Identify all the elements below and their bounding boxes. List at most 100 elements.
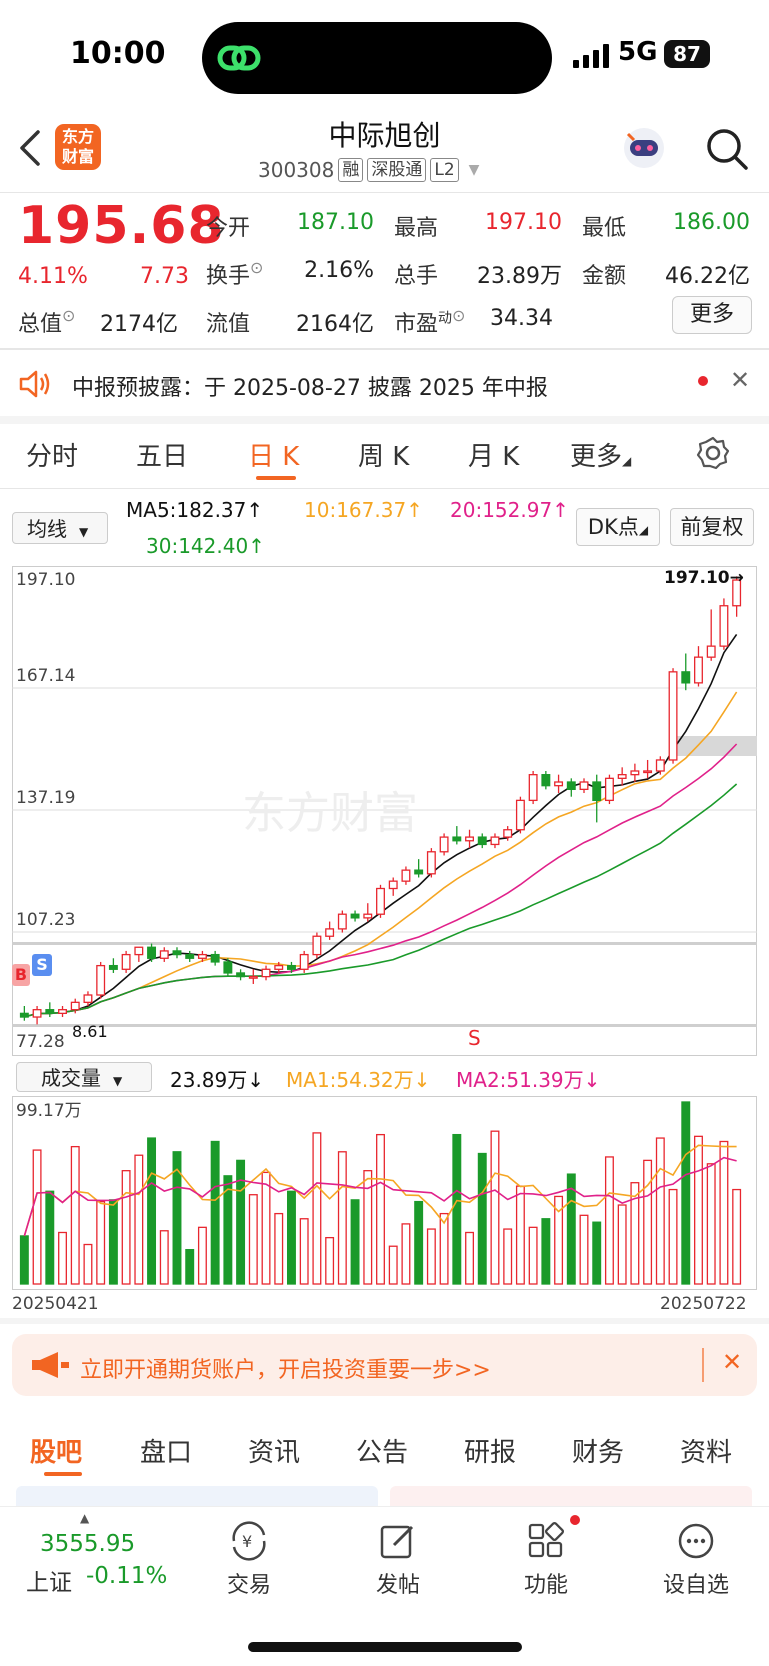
volume-bar[interactable] [376,1133,385,1285]
candle-body[interactable] [592,781,602,802]
candle-body[interactable] [32,1009,42,1018]
tab-profile[interactable]: 资料 [680,1432,732,1469]
volume-bar[interactable] [694,1135,703,1285]
volume-bar[interactable] [32,1149,42,1285]
candle-body[interactable] [299,953,309,970]
tab-financials[interactable]: 财务 [572,1432,624,1469]
tab-five-day[interactable]: 五日 [136,436,188,473]
index-change[interactable]: -0.11% [86,1563,167,1589]
volume-bar[interactable] [108,1199,118,1285]
volume-bar[interactable] [248,1194,258,1285]
volume-bar[interactable] [490,1130,500,1285]
candle-body[interactable] [248,975,258,979]
candle-body[interactable] [579,781,589,791]
candle-body[interactable] [223,961,233,974]
volume-bar[interactable] [414,1200,424,1285]
tab-week-k[interactable]: 周 K [358,436,409,473]
candle-body[interactable] [19,1012,29,1018]
volume-bar[interactable] [655,1137,665,1285]
candle-body[interactable] [274,964,284,970]
candle-body[interactable] [172,950,182,956]
candle-body[interactable] [452,836,462,842]
candle-body[interactable] [604,777,614,802]
volume-bar[interactable] [286,1190,296,1285]
tab-research[interactable]: 研报 [464,1432,516,1469]
candle-body[interactable] [439,836,449,853]
volume-bar[interactable] [312,1132,322,1285]
volume-bar[interactable] [477,1152,487,1285]
search-icon[interactable] [704,126,750,172]
volume-bar[interactable] [58,1231,67,1285]
volume-bar[interactable] [236,1159,246,1285]
functions-icon[interactable] [526,1521,566,1561]
candle-body[interactable] [668,671,678,761]
candle-body[interactable] [121,953,131,970]
add-watchlist-label[interactable]: 设自选 [646,1567,746,1599]
candle-body[interactable] [147,946,157,959]
volume-bar[interactable] [401,1223,411,1285]
candle-body[interactable] [58,1009,67,1015]
compose-icon[interactable] [378,1521,418,1561]
tab-day-k[interactable]: 日 K [248,436,299,473]
tab-announcements[interactable]: 公告 [356,1432,408,1469]
info-icon[interactable]: ⊙ [452,306,465,325]
volume-bar[interactable] [503,1228,513,1285]
volume-bar[interactable] [274,1212,284,1285]
trade-icon[interactable]: ¥ [228,1521,270,1561]
volume-bar[interactable] [579,1214,589,1285]
info-icon[interactable]: ⊙ [250,258,263,277]
volume-bar[interactable] [617,1204,627,1285]
candle-body[interactable] [681,671,691,684]
candle-body[interactable] [108,964,118,970]
candle-body[interactable] [325,928,335,937]
volume-bar[interactable] [325,1236,335,1285]
candle-body[interactable] [312,935,322,956]
buy-badge[interactable]: B [12,964,30,986]
volume-bar[interactable] [426,1228,436,1285]
candle-body[interactable] [554,781,564,787]
volume-bar[interactable] [604,1156,614,1285]
volume-bar[interactable] [706,1163,716,1285]
tab-minute[interactable]: 分时 [26,436,78,473]
candle-body[interactable] [197,953,207,959]
volume-bar[interactable] [541,1218,551,1285]
signal-marker[interactable]: S [468,1026,481,1050]
volume-bar[interactable] [147,1137,157,1285]
volume-bar[interactable] [350,1199,360,1285]
adjust-button[interactable]: 前复权 [670,508,754,546]
tab-orderbook[interactable]: 盘口 [140,1432,192,1469]
candle-body[interactable] [617,774,627,779]
robot-assistant-icon[interactable] [620,124,668,172]
candle-body[interactable] [70,1001,80,1011]
candle-body[interactable] [541,774,551,787]
volume-bar[interactable] [134,1154,144,1285]
volume-bar[interactable] [299,1218,309,1285]
candle-body[interactable] [528,774,538,802]
more-quote-button[interactable]: 更多 [672,296,752,334]
volume-chart[interactable] [12,1096,757,1290]
indicator-select[interactable]: 成交量 ▼ [16,1062,152,1092]
candle-body[interactable] [426,851,436,875]
index-name[interactable]: 上证 [26,1563,72,1597]
candle-body[interactable] [96,964,106,996]
candle-body[interactable] [643,770,653,774]
trade-label[interactable]: 交易 [199,1567,299,1599]
volume-bar[interactable] [719,1140,729,1285]
candle-body[interactable] [465,836,475,842]
candle-body[interactable] [286,964,296,970]
candle-body[interactable] [350,913,360,919]
volume-bar[interactable] [592,1221,602,1285]
volume-bar[interactable] [45,1190,55,1285]
volume-bar[interactable] [70,1145,80,1285]
volume-bar[interactable] [337,1151,347,1285]
candle-body[interactable] [363,913,373,919]
candle-body[interactable] [719,605,729,647]
volume-bar[interactable] [197,1226,207,1285]
close-icon[interactable]: ✕ [730,366,750,394]
volume-bar[interactable] [643,1159,653,1285]
candle-body[interactable] [401,869,411,882]
candle-body[interactable] [337,913,347,930]
sell-badge[interactable]: S [32,954,52,976]
candle-body[interactable] [376,887,385,915]
candle-body[interactable] [388,880,398,890]
